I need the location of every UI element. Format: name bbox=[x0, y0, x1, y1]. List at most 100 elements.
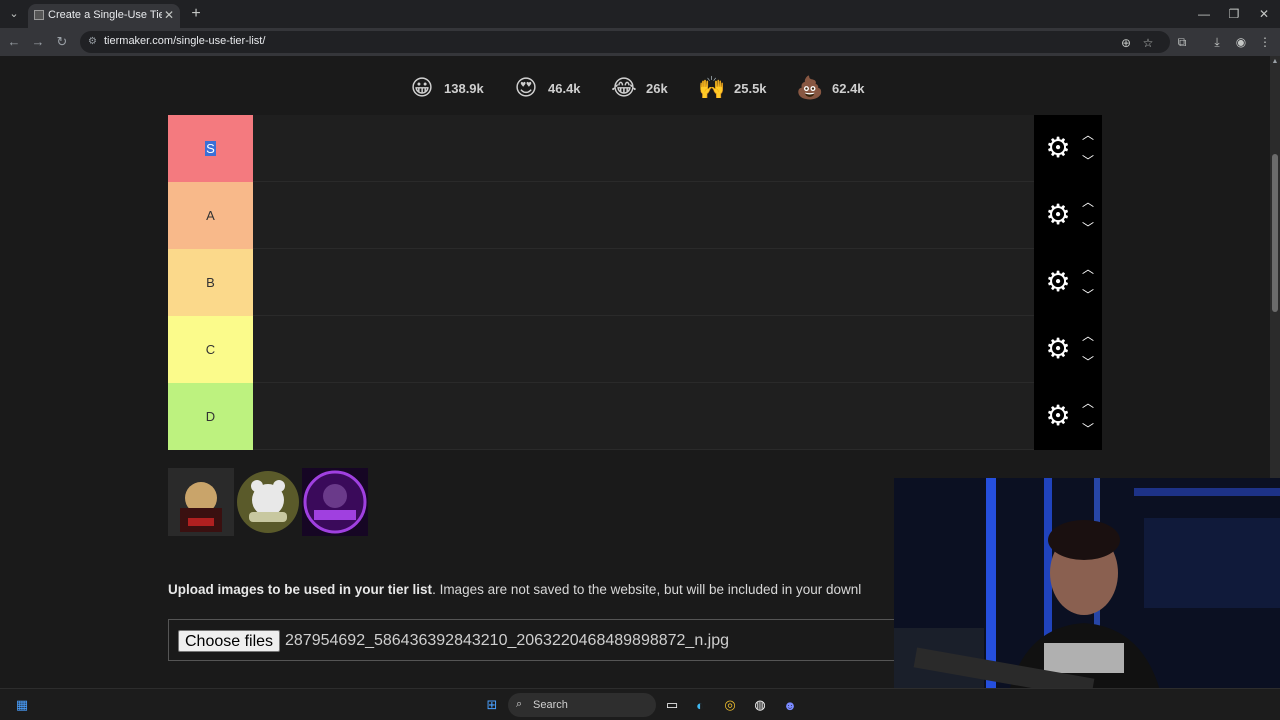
tier-label[interactable]: S bbox=[168, 115, 253, 182]
reaction-4[interactable]: 💩 62.4k bbox=[796, 70, 865, 106]
file-input[interactable]: Choose files 287954692_586436392843210_2… bbox=[168, 619, 908, 661]
chevron-down-icon[interactable]: ﹀ bbox=[1078, 287, 1098, 303]
reaction-count: 46.4k bbox=[548, 80, 581, 96]
windows-start-icon[interactable]: ⊞ bbox=[482, 695, 502, 715]
taskbar-search[interactable]: ⌕ Search bbox=[508, 693, 656, 717]
tier-drop-zone[interactable] bbox=[253, 249, 1034, 316]
gear-icon[interactable]: ⚙ bbox=[1044, 335, 1072, 363]
chevron-up-icon[interactable]: ︿ bbox=[1078, 261, 1098, 277]
tier-label[interactable]: A bbox=[168, 182, 253, 249]
tier-drop-zone[interactable] bbox=[253, 115, 1034, 182]
upload-instructions: Upload images to be used in your tier li… bbox=[168, 582, 861, 597]
minimize-button[interactable]: — bbox=[1192, 4, 1216, 24]
tier-label-text: A bbox=[206, 208, 215, 223]
tiermaker-favicon-icon bbox=[34, 10, 44, 20]
chevron-up-icon[interactable]: ︿ bbox=[1078, 328, 1098, 344]
tier-row-c: C ⚙ ︿ ﹀ bbox=[168, 316, 1102, 383]
task-view-icon[interactable]: ▭ bbox=[662, 695, 682, 715]
reaction-0[interactable]: 😀 138.9k bbox=[408, 70, 484, 106]
close-window-button[interactable]: ✕ bbox=[1252, 4, 1276, 24]
tier-controls: ⚙ ︿ ﹀ bbox=[1034, 182, 1102, 249]
chrome-icon[interactable]: ◎ bbox=[720, 695, 740, 715]
url-text: tiermaker.com/single-use-tier-list/ bbox=[104, 35, 266, 47]
tier-label-text: D bbox=[205, 409, 216, 424]
purple-gamer-avatar-graphic bbox=[302, 468, 368, 536]
tab-title: Create a Single-Use Tier List (P... bbox=[48, 9, 162, 21]
poop-emoji-icon: 💩 bbox=[796, 75, 824, 100]
reaction-1[interactable]: 😍 46.4k bbox=[512, 70, 581, 106]
close-tab-icon[interactable]: ✕ bbox=[164, 8, 174, 22]
browser-tab[interactable]: Create a Single-Use Tier List (P... ✕ bbox=[28, 4, 180, 28]
selected-file-name: 287954692_586436392843210_20632204684898… bbox=[285, 632, 730, 649]
discord-icon[interactable]: ☻ bbox=[780, 695, 800, 715]
extensions-icon[interactable]: ⧉ bbox=[1173, 33, 1191, 51]
menu-icon[interactable]: ⋮ bbox=[1256, 33, 1274, 51]
choose-files-button[interactable]: Choose files bbox=[178, 630, 281, 652]
bookmark-star-icon[interactable]: ☆ bbox=[1140, 35, 1156, 51]
tier-controls: ⚙ ︿ ﹀ bbox=[1034, 383, 1102, 450]
taskbar-search-label: Search bbox=[533, 699, 568, 711]
chevron-down-icon[interactable]: ﹀ bbox=[1078, 354, 1098, 370]
tier-drop-zone[interactable] bbox=[253, 182, 1034, 249]
steam-icon[interactable]: ◍ bbox=[750, 695, 770, 715]
jmr-avatar-image[interactable] bbox=[168, 468, 234, 536]
widgets-icon[interactable]: ▦ bbox=[12, 695, 32, 715]
edge-icon[interactable]: ◐ bbox=[690, 695, 710, 715]
tier-label-text: S bbox=[205, 141, 216, 156]
tier-label-text: B bbox=[206, 275, 215, 290]
chevron-up-icon[interactable]: ︿ bbox=[1078, 194, 1098, 210]
reaction-count: 62.4k bbox=[832, 80, 865, 96]
profile-icon[interactable]: ◉ bbox=[1232, 33, 1250, 51]
laughing-emoji-icon: 😂 bbox=[611, 75, 637, 100]
tier-controls: ⚙ ︿ ﹀ bbox=[1034, 249, 1102, 316]
chevron-down-icon[interactable]: ﹀ bbox=[1078, 153, 1098, 169]
chevron-down-icon[interactable]: ﹀ bbox=[1078, 220, 1098, 236]
chevron-up-icon[interactable]: ︿ bbox=[1078, 127, 1098, 143]
chevron-up-icon[interactable]: ︿ bbox=[1078, 395, 1098, 411]
scrollbar-thumb[interactable] bbox=[1272, 154, 1278, 312]
zoom-icon[interactable]: ⊕ bbox=[1118, 35, 1134, 51]
reaction-count: 138.9k bbox=[444, 80, 484, 96]
tab-search-button[interactable]: ⌄ bbox=[4, 4, 24, 24]
reaction-3[interactable]: 🙌 25.5k bbox=[698, 70, 766, 106]
tier-label[interactable]: C bbox=[168, 316, 253, 383]
gear-icon[interactable]: ⚙ bbox=[1044, 201, 1072, 229]
tier-drop-zone[interactable] bbox=[253, 383, 1034, 450]
new-tab-button[interactable]: + bbox=[186, 4, 206, 24]
bear-avatar-graphic bbox=[235, 468, 301, 536]
restore-button[interactable]: ❐ bbox=[1222, 4, 1246, 24]
raised-hands-emoji-icon: 🙌 bbox=[698, 75, 726, 100]
browser-tab-bar: ⌄ Create a Single-Use Tier List (P... ✕ … bbox=[0, 0, 1280, 28]
reaction-2[interactable]: 😂 26k bbox=[610, 70, 668, 106]
grinning-emoji-icon: 😀 bbox=[410, 75, 434, 100]
reload-button[interactable]: ↻ bbox=[52, 32, 72, 52]
tier-label[interactable]: D bbox=[168, 383, 253, 450]
back-button[interactable]: ← bbox=[4, 32, 24, 52]
browser-toolbar: ← → ↻ ⚙ tiermaker.com/single-use-tier-li… bbox=[0, 28, 1280, 56]
chevron-down-icon[interactable]: ﹀ bbox=[1078, 421, 1098, 437]
upload-instructions-bold: Upload images to be used in your tier li… bbox=[168, 582, 433, 597]
webcam-overlay bbox=[894, 478, 1280, 720]
tier-controls: ⚙ ︿ ﹀ bbox=[1034, 316, 1102, 383]
tier-row-a: A ⚙ ︿ ﹀ bbox=[168, 182, 1102, 249]
tier-label-text: C bbox=[205, 342, 216, 357]
tier-label[interactable]: B bbox=[168, 249, 253, 316]
webcam-feed-graphic bbox=[894, 478, 1280, 720]
tier-controls: ⚙ ︿ ﹀ bbox=[1034, 115, 1102, 182]
tier-list: S ⚙ ︿ ﹀ A ⚙ ︿ ﹀ B ⚙ ︿ ﹀ C ⚙ ︿ ﹀ D ⚙ ︿ ﹀ bbox=[168, 115, 1102, 452]
purple-gamer-avatar-image[interactable] bbox=[302, 468, 368, 536]
tier-drop-zone[interactable] bbox=[253, 316, 1034, 383]
gear-icon[interactable]: ⚙ bbox=[1044, 402, 1072, 430]
forward-button[interactable]: → bbox=[28, 32, 48, 52]
site-info-icon[interactable]: ⚙ bbox=[88, 36, 100, 48]
jmr-avatar-graphic bbox=[168, 468, 234, 536]
gear-icon[interactable]: ⚙ bbox=[1044, 268, 1072, 296]
tier-row-s: S ⚙ ︿ ﹀ bbox=[168, 115, 1102, 182]
tier-row-b: B ⚙ ︿ ﹀ bbox=[168, 249, 1102, 316]
heart-eyes-emoji-icon: 😍 bbox=[514, 75, 538, 100]
downloads-icon[interactable]: ⤓ bbox=[1208, 33, 1226, 51]
scroll-up-icon[interactable]: ▲ bbox=[1270, 58, 1280, 65]
bear-avatar-image[interactable] bbox=[235, 468, 301, 536]
gear-icon[interactable]: ⚙ bbox=[1044, 134, 1072, 162]
address-bar[interactable]: ⚙ tiermaker.com/single-use-tier-list/ ⊕ … bbox=[80, 31, 1170, 53]
